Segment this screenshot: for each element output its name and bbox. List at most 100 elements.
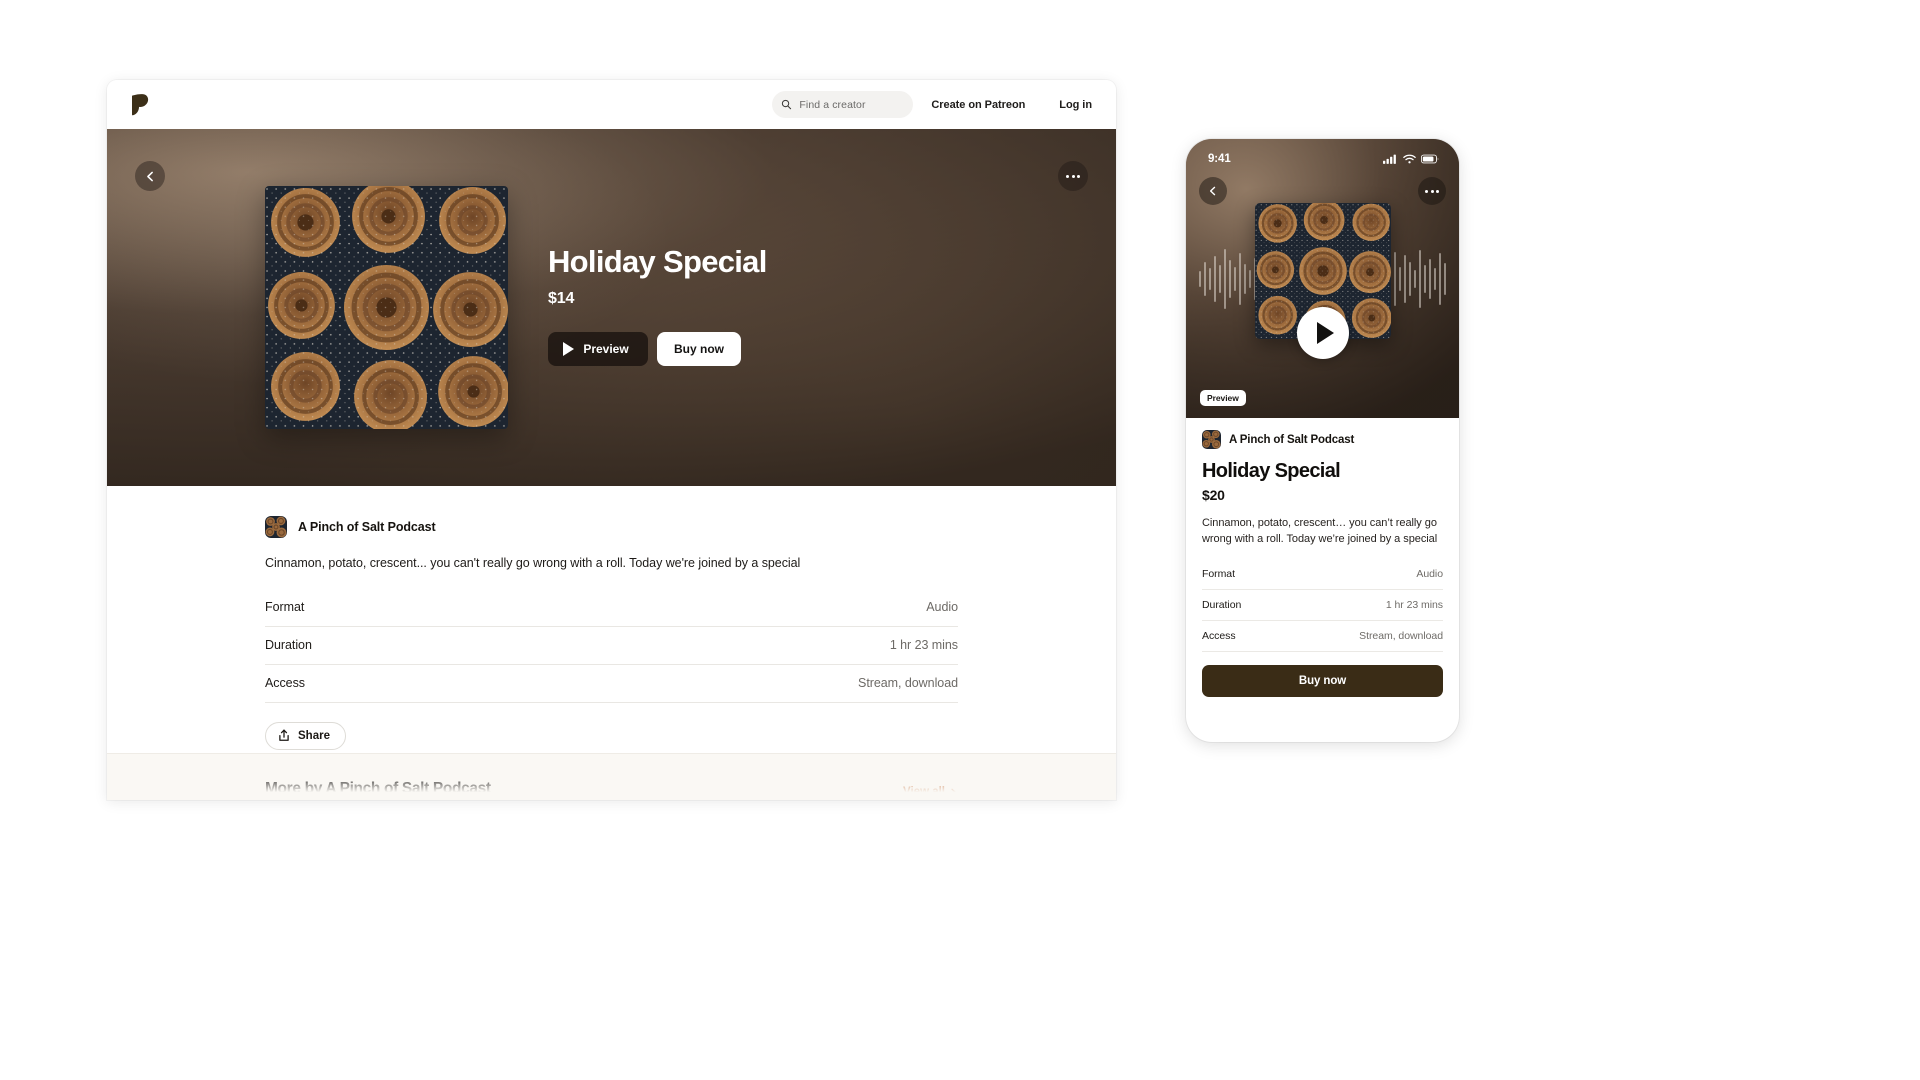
waveform-bar (1224, 249, 1226, 309)
preview-button-label: Preview (583, 341, 629, 356)
avatar-image (265, 516, 287, 538)
buy-now-button[interactable]: Buy now (657, 331, 741, 366)
creator-row[interactable]: A Pinch of Salt Podcast (265, 516, 958, 538)
play-icon (1316, 322, 1334, 344)
waveform-bar (1439, 253, 1441, 305)
hero-content: Holiday Special $14 Preview Buy now (107, 129, 1116, 486)
meta-key: Access (1202, 629, 1236, 642)
waveform-bar (1419, 250, 1421, 308)
waveform-bar (1414, 270, 1416, 288)
mobile-buy-now-button[interactable]: Buy now (1202, 664, 1443, 697)
more-options-button[interactable] (1058, 161, 1088, 191)
status-icons (1383, 154, 1439, 164)
view-all-label: View all (903, 786, 945, 798)
mobile-page-title: Holiday Special (1202, 460, 1341, 482)
mobile-back-button[interactable] (1199, 177, 1227, 205)
view-all-link[interactable]: View all (903, 786, 958, 798)
hero-banner: Holiday Special $14 Preview Buy now (107, 129, 1116, 486)
chevron-left-icon (146, 171, 153, 181)
create-on-patreon-link[interactable]: Create on Patreon (931, 99, 1025, 111)
waveform-bar (1199, 271, 1201, 287)
meta-key: Format (265, 600, 305, 615)
waveform-bar (1444, 263, 1446, 295)
product-meta-list: Format Audio Duration 1 hr 23 mins Acces… (265, 589, 958, 703)
waveform-bar (1204, 262, 1206, 296)
chevron-left-icon (1209, 186, 1216, 196)
waveform-bar (1394, 252, 1396, 306)
mobile-product-meta-list: Format Audio Duration 1 hr 23 mins Acces… (1202, 559, 1443, 652)
mobile-product-price: $20 (1202, 487, 1225, 503)
avatar (1202, 430, 1221, 449)
waveform-bar (1234, 267, 1236, 291)
play-icon (563, 341, 575, 356)
meta-key: Format (1202, 567, 1235, 580)
header-right-group: Find a creator Create on Patreon Log in (772, 91, 1092, 118)
mobile-phone-mockup: 9:41 Preview A Pinch of Salt Podcast Hol… (1186, 139, 1459, 742)
waveform-bar (1404, 255, 1406, 303)
meta-key: Access (265, 676, 305, 691)
status-bar: 9:41 (1186, 139, 1459, 173)
patreon-p-logo-icon-svg (132, 93, 149, 115)
waveform-bar (1214, 256, 1216, 302)
log-in-link[interactable]: Log in (1059, 99, 1092, 111)
share-upload-icon (279, 729, 289, 742)
share-button-label: Share (298, 729, 330, 742)
mobile-more-options-button[interactable] (1418, 177, 1446, 205)
product-artwork (265, 186, 508, 429)
page-title: Holiday Special (548, 244, 767, 280)
waveform-bar (1429, 259, 1431, 299)
ellipsis-icon (1425, 189, 1439, 193)
wifi-icon (1403, 154, 1416, 164)
meta-value: 1 hr 23 mins (889, 638, 958, 653)
mobile-details-section: A Pinch of Salt Podcast Holiday Special … (1186, 418, 1459, 697)
meta-key: Duration (265, 638, 312, 653)
mobile-play-button[interactable] (1296, 307, 1349, 359)
search-input-value: Find a creator (799, 98, 866, 111)
patreon-p-logo-icon[interactable] (131, 93, 149, 116)
meta-value: 1 hr 23 mins (1385, 598, 1443, 611)
battery-icon (1421, 154, 1439, 164)
meta-value: Audio (926, 600, 958, 615)
signal-bars-icon (1383, 154, 1396, 164)
preview-badge: Preview (1200, 390, 1246, 406)
mobile-creator-row[interactable]: A Pinch of Salt Podcast (1202, 430, 1443, 449)
waveform-bar (1229, 260, 1231, 298)
search-input[interactable]: Find a creator (772, 91, 914, 118)
product-price: $14 (548, 289, 575, 307)
table-row: Duration 1 hr 23 mins (265, 627, 958, 665)
meta-key: Duration (1202, 598, 1242, 611)
table-row: Format Audio (265, 589, 958, 627)
hero-action-buttons: Preview Buy now (548, 331, 767, 366)
table-row: Access Stream, download (265, 665, 958, 703)
search-icon (782, 99, 792, 110)
waveform-bar (1244, 264, 1246, 294)
avatar (265, 516, 287, 538)
chevron-right-icon (951, 788, 957, 796)
waveform-bar (1239, 253, 1241, 305)
waveform-bar (1249, 270, 1251, 288)
back-button[interactable] (135, 161, 165, 191)
share-button[interactable]: Share (265, 721, 346, 750)
more-by-title: More by A Pinch of Salt Podcast (265, 780, 491, 797)
table-row: Access Stream, download (1202, 621, 1443, 652)
meta-value: Stream, download (1359, 629, 1443, 642)
more-by-creator-section: More by A Pinch of Salt Podcast View all (107, 753, 1116, 800)
table-row: Duration 1 hr 23 mins (1202, 590, 1443, 621)
waveform-bar (1219, 265, 1221, 293)
status-time: 9:41 (1208, 153, 1231, 165)
desktop-browser-window: Find a creator Create on Patreon Log in (107, 80, 1116, 800)
product-details-section: A Pinch of Salt Podcast Cinnamon, potato… (107, 486, 1116, 750)
table-row: Format Audio (1202, 559, 1443, 590)
mobile-creator-name: A Pinch of Salt Podcast (1229, 433, 1355, 446)
site-header: Find a creator Create on Patreon Log in (107, 80, 1116, 129)
preview-button[interactable]: Preview (548, 331, 648, 366)
ellipsis-icon (1066, 174, 1080, 178)
waveform-bar (1424, 265, 1426, 293)
waveform-bar (1209, 268, 1211, 290)
waveform-bar (1399, 267, 1401, 291)
waveform-bar (1434, 268, 1436, 290)
meta-value: Stream, download (858, 676, 958, 691)
cinnamon-rolls-artwork-svg (265, 186, 508, 429)
product-description: Cinnamon, potato, crescent... you can't … (265, 556, 801, 570)
waveform-bar (1409, 262, 1411, 296)
